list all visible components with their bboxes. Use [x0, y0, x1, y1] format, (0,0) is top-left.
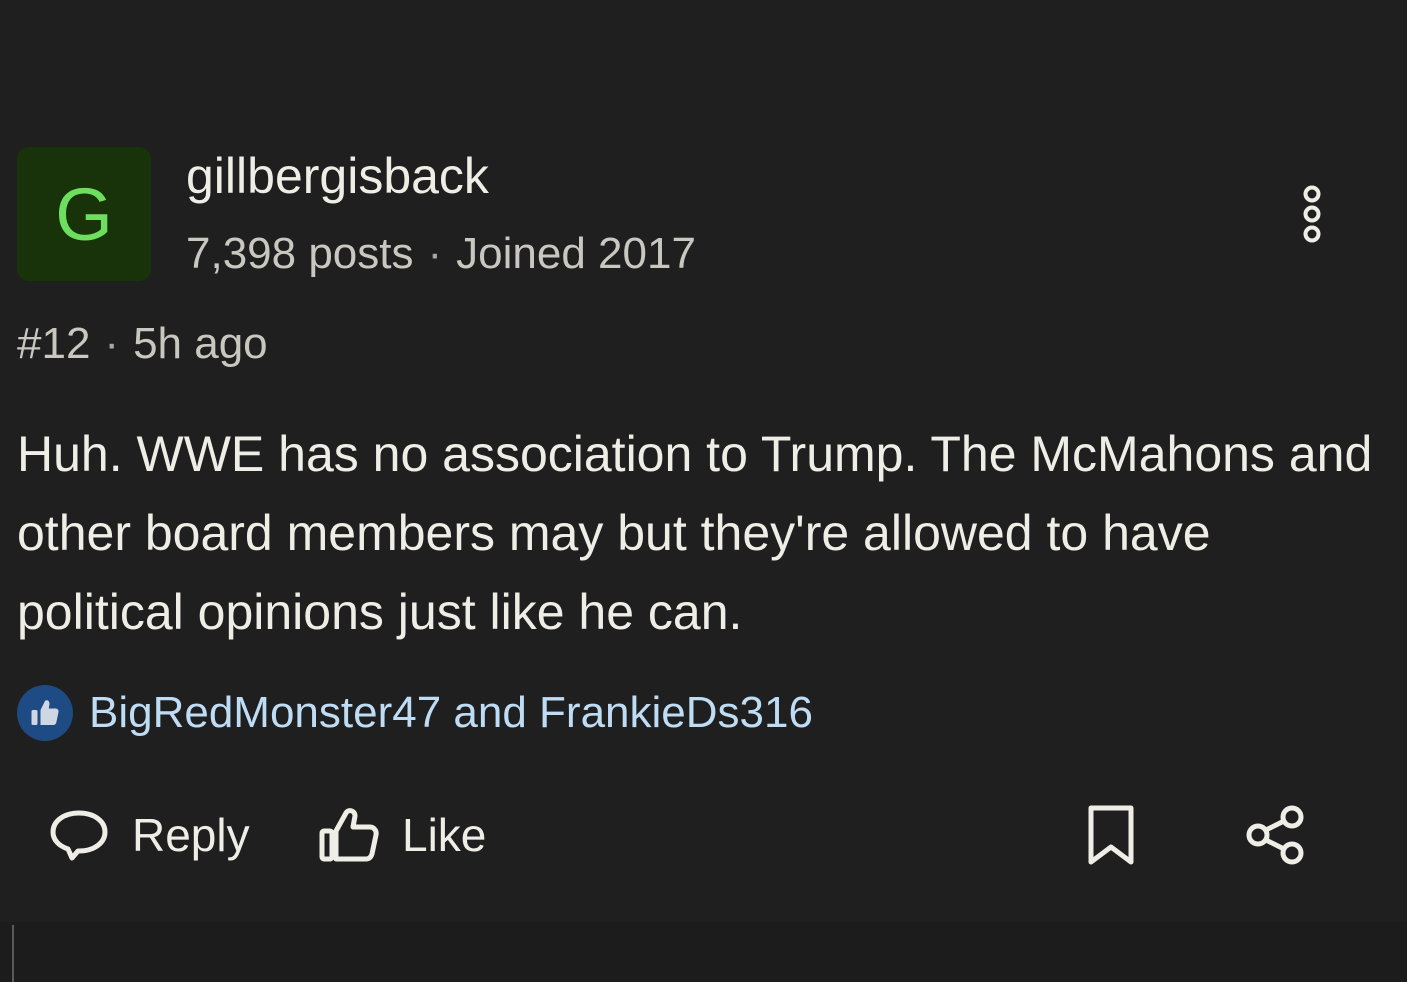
post-meta: #12 · 5h ago — [17, 318, 268, 370]
likers-list[interactable]: BigRedMonster47 and FrankieDs316 — [89, 688, 813, 738]
avatar-initial: G — [55, 172, 113, 256]
speech-bubble-icon — [50, 810, 108, 861]
bookmark-button[interactable] — [1086, 795, 1136, 875]
share-icon — [1246, 805, 1304, 865]
user-meta: 7,398 posts · Joined 2017 — [186, 228, 696, 280]
more-options-button[interactable] — [1290, 180, 1334, 248]
post-body: Huh. WWE has no association to Trump. Th… — [17, 426, 1373, 640]
bookmark-icon — [1088, 805, 1134, 865]
thumbs-up-icon — [17, 685, 73, 741]
username[interactable]: gillbergisback — [186, 148, 489, 204]
separator-dot: · — [427, 229, 443, 278]
separator-dot: · — [104, 319, 120, 368]
reply-label: Reply — [132, 809, 250, 861]
thumbs-up-outline-icon — [319, 808, 379, 862]
post-count: 7,398 posts — [186, 229, 414, 278]
more-vertical-icon — [1303, 185, 1321, 243]
post-actions: Reply Like — [0, 795, 1407, 875]
avatar[interactable]: G — [17, 147, 151, 281]
joined-date: Joined 2017 — [456, 229, 696, 278]
reactions-summary[interactable]: BigRedMonster47 and FrankieDs316 — [17, 683, 813, 743]
next-post-strip — [0, 922, 1407, 982]
reply-button[interactable]: Reply — [48, 795, 250, 875]
like-label: Like — [402, 809, 487, 861]
like-button[interactable]: Like — [318, 795, 486, 875]
share-button[interactable] — [1244, 795, 1308, 875]
forum-post: G gillbergisback 7,398 posts · Joined 2017… — [0, 0, 1407, 982]
post-number[interactable]: #12 — [17, 319, 90, 368]
post-time: 5h ago — [133, 319, 268, 368]
thread-line — [12, 925, 14, 982]
